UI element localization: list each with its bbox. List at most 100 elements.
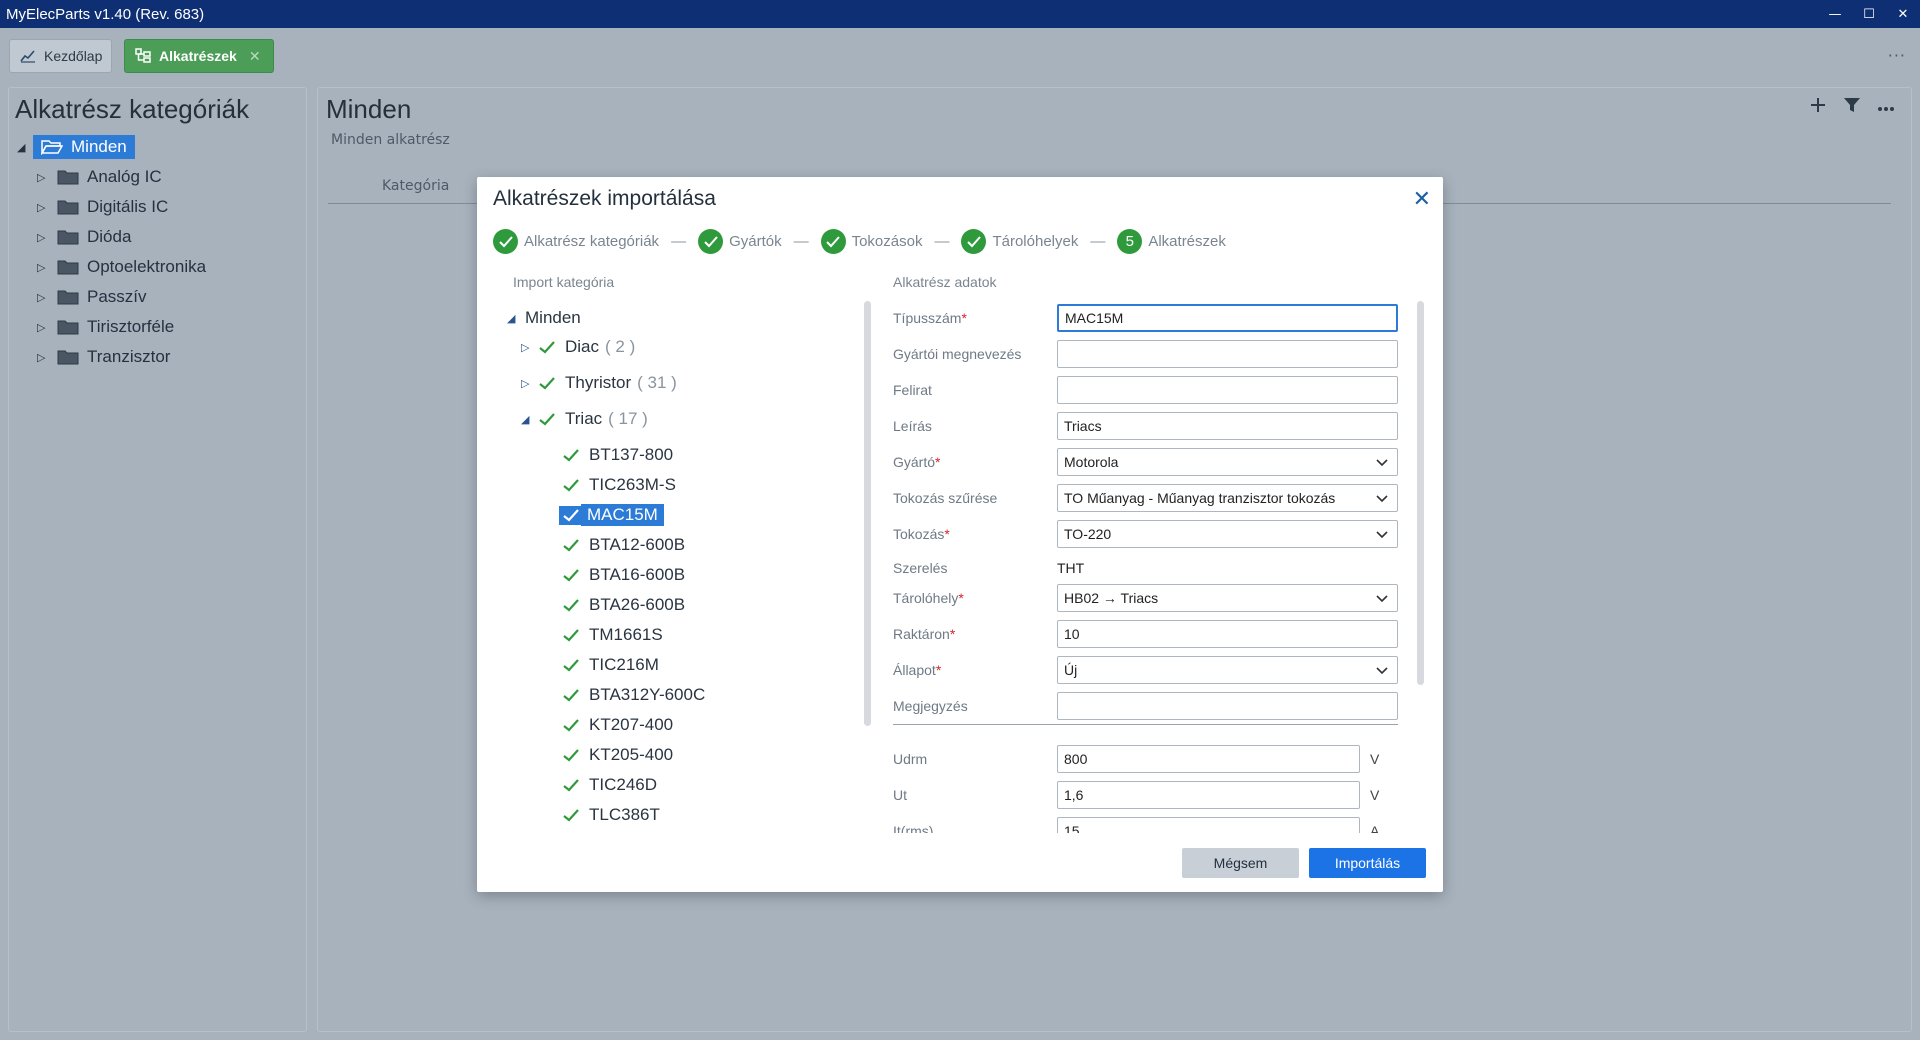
import-leaf[interactable]: KT205-400	[563, 742, 673, 768]
note-input[interactable]	[1057, 692, 1398, 720]
import-leaf[interactable]: TM1661S	[563, 622, 663, 648]
expand-arrow-icon[interactable]: ▷	[37, 231, 53, 244]
import-leaf[interactable]: BTA26-600B	[563, 592, 685, 618]
import-button[interactable]: Importálás	[1309, 848, 1426, 878]
form-scrollbar[interactable]	[1417, 301, 1424, 685]
part-number-input[interactable]: MAC15M	[1057, 304, 1398, 332]
import-leaf-selected[interactable]: MAC15M	[559, 502, 664, 528]
expand-arrow-icon[interactable]: ▷	[37, 201, 53, 214]
folder-icon	[57, 289, 79, 305]
step-packages[interactable]: Tokozások	[820, 229, 922, 254]
import-leaf[interactable]: TIC246D	[563, 772, 657, 798]
import-tree-root[interactable]: ◢ Minden	[507, 305, 581, 331]
tree-root-label: Minden	[71, 137, 127, 156]
import-group-triac[interactable]: ◢ Triac ( 17 )	[521, 406, 648, 432]
import-dialog: Alkatrészek importálása ✕ Alkatrész kate…	[477, 177, 1443, 892]
check-icon	[563, 538, 579, 552]
expand-arrow-icon[interactable]: ▷	[37, 291, 53, 304]
maximize-button[interactable]: ☐	[1852, 0, 1886, 28]
condition-select[interactable]: Új	[1057, 656, 1398, 684]
chevron-down-icon	[1375, 455, 1389, 472]
package-select[interactable]: TO-220	[1057, 520, 1398, 548]
cancel-button[interactable]: Mégsem	[1182, 848, 1299, 878]
add-icon[interactable]	[1809, 96, 1827, 118]
marking-input[interactable]	[1057, 376, 1398, 404]
folder-icon	[57, 229, 79, 245]
close-window-button[interactable]: ✕	[1886, 0, 1920, 28]
tree-item[interactable]: ▷ Passzív	[17, 282, 206, 312]
description-input[interactable]: Triacs	[1057, 412, 1398, 440]
package-filter-select[interactable]: TO Műanyag - Műanyag tranzisztor tokozás	[1057, 484, 1398, 512]
tree-root-minden[interactable]: ◢ Minden	[17, 132, 206, 162]
check-circle-icon	[820, 229, 846, 254]
tree-scrollbar[interactable]	[864, 301, 871, 726]
check-icon	[539, 376, 555, 390]
home-tab-button[interactable]: Kezdőlap	[9, 39, 112, 73]
leaf-label: BTA312Y-600C	[589, 685, 706, 704]
it-input[interactable]: 15	[1057, 817, 1360, 833]
step-storage[interactable]: Tárolóhelyek	[961, 229, 1078, 254]
import-leaf[interactable]: BTA312Y-600C	[563, 682, 705, 708]
step-categories[interactable]: Alkatrész kategóriák	[493, 229, 659, 254]
collapse-arrow-icon[interactable]: ◢	[507, 312, 525, 325]
more-options-icon[interactable]	[1877, 98, 1895, 116]
collapse-arrow-icon[interactable]: ◢	[17, 141, 33, 154]
check-icon	[563, 748, 579, 762]
tree-item[interactable]: ▷ Digitális IC	[17, 192, 206, 222]
leaf-label: TIC216M	[589, 655, 659, 674]
manufacturer-select[interactable]: Motorola	[1057, 448, 1398, 476]
step-manufacturers[interactable]: Gyártók	[698, 229, 782, 254]
manufacturer-name-input[interactable]	[1057, 340, 1398, 368]
tree-item[interactable]: ▷ Dióda	[17, 222, 206, 252]
expand-arrow-icon[interactable]: ▷	[37, 321, 53, 334]
leaf-label: TIC263M-S	[589, 475, 676, 494]
folder-icon	[57, 259, 79, 275]
tree-item[interactable]: ▷ Analóg IC	[17, 162, 206, 192]
import-group-thyristor[interactable]: ▷ Thyristor ( 31 )	[521, 370, 677, 396]
group-label: Thyristor	[565, 373, 632, 392]
import-leaf[interactable]: TIC216M	[563, 652, 659, 678]
field-label: Raktáron*	[893, 626, 956, 642]
import-leaf[interactable]: BT137-800	[563, 442, 673, 468]
import-leaf[interactable]: BTA12-600B	[563, 532, 685, 558]
field-row-gyartoi: Gyártói megnevezés	[893, 339, 1413, 369]
import-leaf[interactable]: BTA16-600B	[563, 562, 685, 588]
title-bar: MyElecParts v1.40 (Rev. 683) — ☐ ✕	[0, 0, 1920, 28]
expand-arrow-icon[interactable]: ▷	[521, 341, 539, 354]
field-row-gyarto: Gyártó* Motorola	[893, 447, 1413, 477]
expand-arrow-icon[interactable]: ▷	[37, 261, 53, 274]
column-header-category[interactable]: Kategória	[382, 178, 449, 194]
field-row-szereles: Szerelés THT	[893, 553, 1413, 583]
import-group-diac[interactable]: ▷ Diac ( 2 )	[521, 334, 635, 360]
more-menu-icon[interactable]: ···	[1888, 46, 1906, 65]
close-dialog-icon[interactable]: ✕	[1413, 187, 1431, 212]
tree-item[interactable]: ▷ Tirisztorféle	[17, 312, 206, 342]
expand-arrow-icon[interactable]: ▷	[37, 171, 53, 184]
expand-arrow-icon[interactable]: ▷	[521, 377, 539, 390]
field-label: Szerelés	[893, 560, 948, 576]
close-tab-icon[interactable]: ✕	[249, 48, 261, 65]
tree-item[interactable]: ▷ Optoelektronika	[17, 252, 206, 282]
udrm-input[interactable]: 800	[1057, 745, 1360, 773]
ut-input[interactable]: 1,6	[1057, 781, 1360, 809]
field-row-felirat: Felirat	[893, 375, 1413, 405]
collapse-arrow-icon[interactable]: ◢	[521, 413, 539, 426]
import-leaf[interactable]: TIC263M-S	[563, 472, 676, 498]
tree-item[interactable]: ▷ Tranzisztor	[17, 342, 206, 372]
check-icon	[563, 448, 579, 462]
step-parts[interactable]: 5 Alkatrészek	[1117, 229, 1226, 254]
folder-icon	[57, 199, 79, 215]
step-label: Tárolóhelyek	[992, 233, 1079, 250]
field-row-tarolohely: Tárolóhely* HB02 → Triacs	[893, 583, 1413, 613]
category-panel-title: Alkatrész kategóriák	[15, 94, 250, 124]
expand-arrow-icon[interactable]: ▷	[37, 351, 53, 364]
storage-select[interactable]: HB02 → Triacs	[1057, 584, 1398, 612]
field-label: Állapot*	[893, 662, 942, 678]
check-icon	[563, 508, 579, 522]
minimize-button[interactable]: —	[1818, 0, 1852, 28]
parts-tab-button[interactable]: Alkatrészek ✕	[124, 39, 274, 73]
filter-icon[interactable]	[1843, 96, 1861, 118]
import-leaf[interactable]: KT207-400	[563, 712, 673, 738]
stock-input[interactable]: 10	[1057, 620, 1398, 648]
import-leaf[interactable]: TLC386T	[563, 802, 660, 828]
